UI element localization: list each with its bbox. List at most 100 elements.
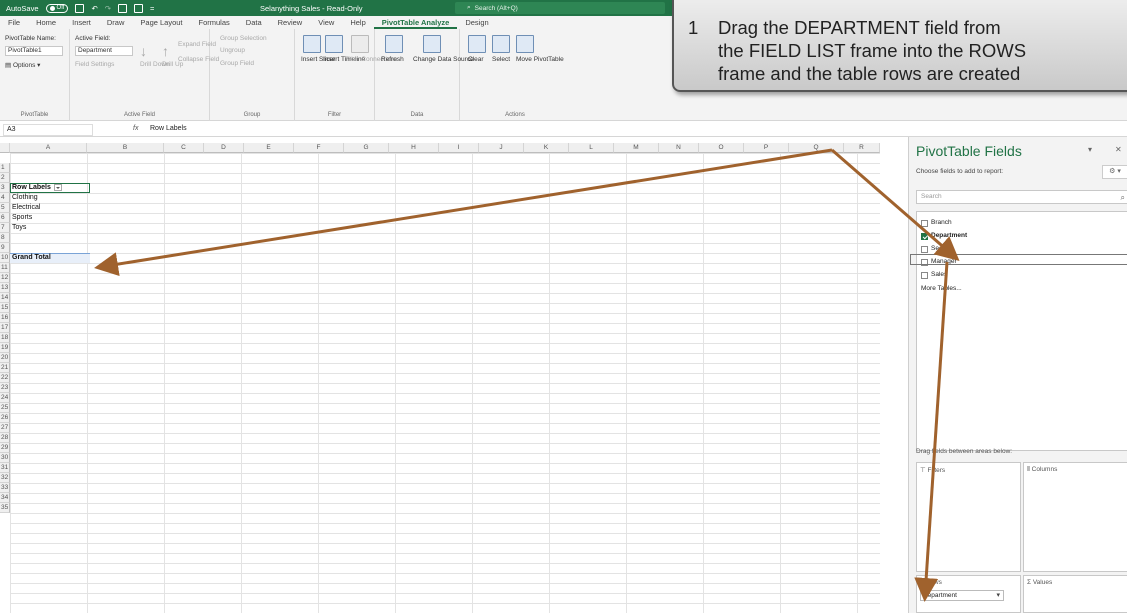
new-file-icon[interactable] [118,3,128,13]
row-header[interactable]: 3 [0,183,10,193]
row-header[interactable]: 14 [0,293,10,303]
row-labels-cell[interactable]: Row Labels [12,183,62,193]
pivottable-name-input[interactable]: PivotTable1 [5,46,63,56]
row-header[interactable]: 6 [0,213,10,223]
active-field-input[interactable]: Department [75,46,133,56]
row-header[interactable]: 10 [0,253,10,263]
row-header[interactable]: 26 [0,413,10,423]
select-all-corner[interactable] [0,143,10,153]
tab-pivottable-analyze[interactable]: PivotTable Analyze [373,16,458,29]
more-tables-link[interactable]: More Tables... [921,284,962,294]
row-header[interactable]: 24 [0,393,10,403]
row-header[interactable]: 11 [0,263,10,273]
gear-icon[interactable]: ⚙ ▾ [1102,165,1127,179]
tab-home[interactable]: Home [28,16,64,29]
column-header[interactable]: L [569,143,614,153]
row-header[interactable]: 28 [0,433,10,443]
close-icon[interactable]: ✕ [1115,145,1122,154]
column-header[interactable]: B [87,143,164,153]
column-header[interactable]: J [479,143,524,153]
row-header[interactable]: 2 [0,173,10,183]
row-header[interactable]: 34 [0,493,10,503]
column-header[interactable]: I [439,143,479,153]
column-header[interactable]: M [614,143,659,153]
row-header[interactable]: 27 [0,423,10,433]
pivot-row-item[interactable]: Toys [12,223,26,233]
row-header[interactable]: 29 [0,443,10,453]
row-header[interactable]: 8 [0,233,10,243]
undo-icon[interactable]: ↶ [91,4,97,13]
row-labels-filter-dropdown[interactable] [53,183,62,191]
pivot-row-item[interactable]: Clothing [12,193,38,203]
row-header[interactable]: 18 [0,333,10,343]
row-header[interactable]: 15 [0,303,10,313]
column-header[interactable]: A [10,143,87,153]
field-item-sales[interactable]: Sales [921,270,947,280]
tab-formulas[interactable]: Formulas [191,16,238,29]
tab-file[interactable]: File [0,16,28,29]
options-button[interactable]: ▤ Options ▾ [5,61,40,69]
column-header[interactable]: G [344,143,389,153]
row-header[interactable]: 17 [0,323,10,333]
field-checkbox[interactable] [921,271,928,279]
search-box[interactable]: ⌕ Search (Alt+Q) [455,2,665,14]
refresh-button[interactable]: Refresh [381,56,404,63]
row-header[interactable]: 20 [0,353,10,363]
column-header[interactable]: H [389,143,439,153]
row-header[interactable]: 23 [0,383,10,393]
row-header[interactable]: 7 [0,223,10,233]
field-checkbox[interactable] [921,245,928,253]
row-header[interactable]: 31 [0,463,10,473]
tab-design[interactable]: Design [457,16,496,29]
row-header[interactable]: 19 [0,343,10,353]
row-header[interactable]: 5 [0,203,10,213]
filters-area[interactable]: ⊤ Filters [916,462,1021,572]
row-header[interactable]: 22 [0,373,10,383]
values-area[interactable]: Σ Values [1023,575,1127,613]
column-header[interactable]: Q [789,143,844,153]
column-header[interactable]: N [659,143,699,153]
ungroup-button[interactable]: Ungroup [220,47,245,54]
row-header[interactable]: 12 [0,273,10,283]
row-header[interactable]: 21 [0,363,10,373]
field-settings-button[interactable]: Field Settings [75,61,114,68]
pane-options-icon[interactable]: ▾ [1088,145,1092,154]
tab-view[interactable]: View [310,16,342,29]
group-selection-button[interactable]: Group Selection [220,35,267,42]
tab-help[interactable]: Help [342,16,373,29]
row-header[interactable]: 1 [0,163,10,173]
move-pivottable-button[interactable]: Move PivotTable [516,56,564,63]
redo-icon[interactable]: ↷ [105,4,111,13]
select-button[interactable]: Select [492,56,510,63]
row-header[interactable]: 32 [0,473,10,483]
pivot-row-item[interactable]: Sports [12,213,32,223]
row-header[interactable]: 4 [0,193,10,203]
field-item-section[interactable]: Section [921,244,953,254]
column-header[interactable]: O [699,143,744,153]
function-icon[interactable]: fx [133,125,138,132]
group-field-button[interactable]: Group Field [220,60,254,67]
autosave-toggle[interactable]: Off [45,3,69,13]
field-checkbox[interactable] [921,232,928,240]
field-item-branch[interactable]: Branch [921,218,952,228]
field-checkbox[interactable] [921,219,928,227]
row-header[interactable]: 33 [0,483,10,493]
tab-data[interactable]: Data [238,16,270,29]
pivot-row-item[interactable]: Electrical [12,203,40,213]
row-header[interactable]: 16 [0,313,10,323]
column-header[interactable]: E [244,143,294,153]
tab-page-layout[interactable]: Page Layout [132,16,190,29]
save-icon[interactable] [75,3,85,13]
row-header[interactable]: 13 [0,283,10,293]
grand-total-cell[interactable]: Grand Total [12,253,51,263]
tab-draw[interactable]: Draw [99,16,133,29]
row-header[interactable]: 9 [0,243,10,253]
tab-review[interactable]: Review [270,16,311,29]
formula-input[interactable]: Row Labels [150,125,187,132]
column-header[interactable]: D [204,143,244,153]
rows-area-department-item[interactable]: Department [920,590,1004,601]
columns-area[interactable]: ⦀ Columns [1023,462,1127,572]
column-header[interactable]: K [524,143,569,153]
customize-toolbar-icon[interactable]: = [150,4,154,13]
row-header[interactable]: 35 [0,503,10,513]
